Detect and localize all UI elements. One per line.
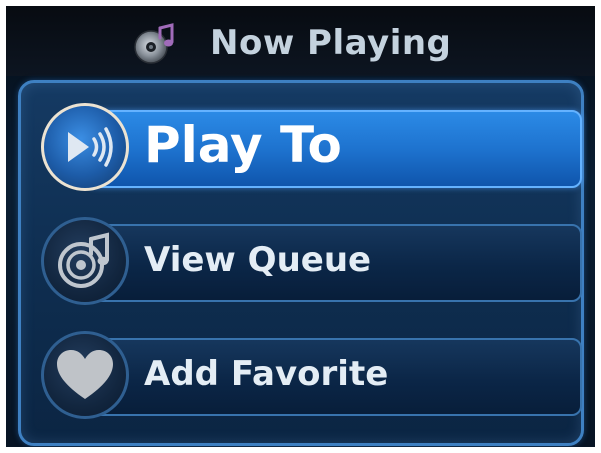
view-queue-button[interactable]: View Queue [41,214,582,310]
add-favorite-button[interactable]: Add Favorite [41,328,582,424]
menu-panel: Play To View Queue Add Favorite [18,80,584,446]
music-queue-icon [58,232,109,288]
heart-icon [57,350,113,399]
music-cd-icon [134,23,174,64]
header-bar: Now Playing [6,6,595,76]
play-to-button[interactable]: Play To [41,100,582,196]
add-favorite-label: Add Favorite [144,354,389,394]
now-playing-screen: Now Playing Play To View Queue Add Favor… [6,6,595,447]
speaker-sound-icon [68,127,113,167]
view-queue-label: View Queue [144,240,372,280]
page-title: Now Playing [210,23,452,63]
play-to-label: Play To [144,116,342,174]
